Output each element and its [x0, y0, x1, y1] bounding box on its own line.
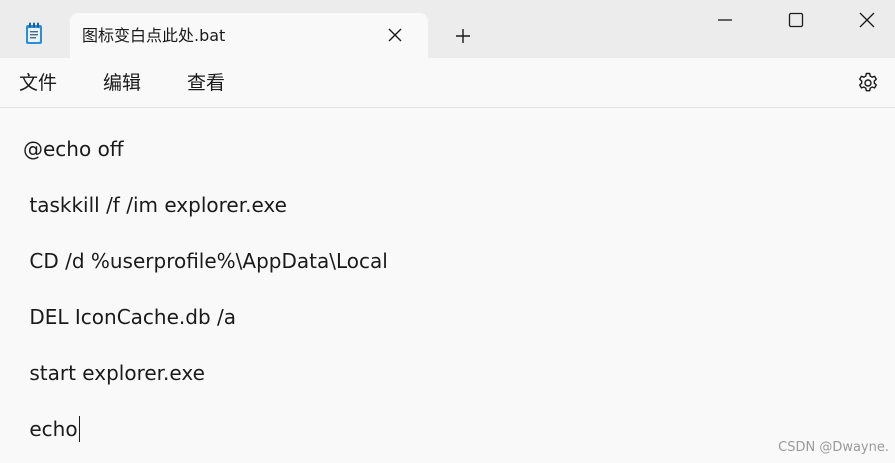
editor-line: CD /d %userprofile%\AppData\Local [23, 249, 388, 273]
minimize-button[interactable] [691, 0, 759, 40]
notepad-window: 图标变白点此处.bat 文件 编辑 查看 @echo off taskkill … [0, 0, 895, 463]
editor-line: DEL IconCache.db /a [23, 305, 236, 329]
text-caret [78, 416, 80, 442]
editor-line: @echo off [23, 137, 124, 161]
minimize-icon [718, 19, 732, 21]
menu-bar: 文件 编辑 查看 [0, 58, 895, 108]
maximize-icon [788, 12, 804, 28]
editor-line: start explorer.exe [23, 361, 205, 385]
gear-icon[interactable] [856, 71, 880, 95]
document-tab[interactable]: 图标变白点此处.bat [70, 13, 428, 58]
text-editor[interactable]: @echo off taskkill /f /im explorer.exe C… [0, 108, 895, 463]
close-icon [859, 12, 875, 28]
editor-line-last: echo [23, 417, 78, 441]
watermark: CSDN @Dwayne. [778, 440, 889, 455]
maximize-button[interactable] [762, 0, 830, 40]
editor-line: taskkill /f /im explorer.exe [23, 193, 287, 217]
title-bar[interactable]: 图标变白点此处.bat [0, 0, 895, 58]
notepad-icon [26, 22, 42, 44]
new-tab-plus-icon[interactable] [453, 26, 473, 46]
close-tab-icon[interactable] [386, 26, 404, 44]
close-window-button[interactable] [833, 0, 895, 40]
menu-view[interactable]: 查看 [187, 71, 225, 95]
menu-file[interactable]: 文件 [19, 71, 57, 95]
menu-edit[interactable]: 编辑 [103, 71, 141, 95]
tab-title: 图标变白点此处.bat [82, 26, 226, 45]
